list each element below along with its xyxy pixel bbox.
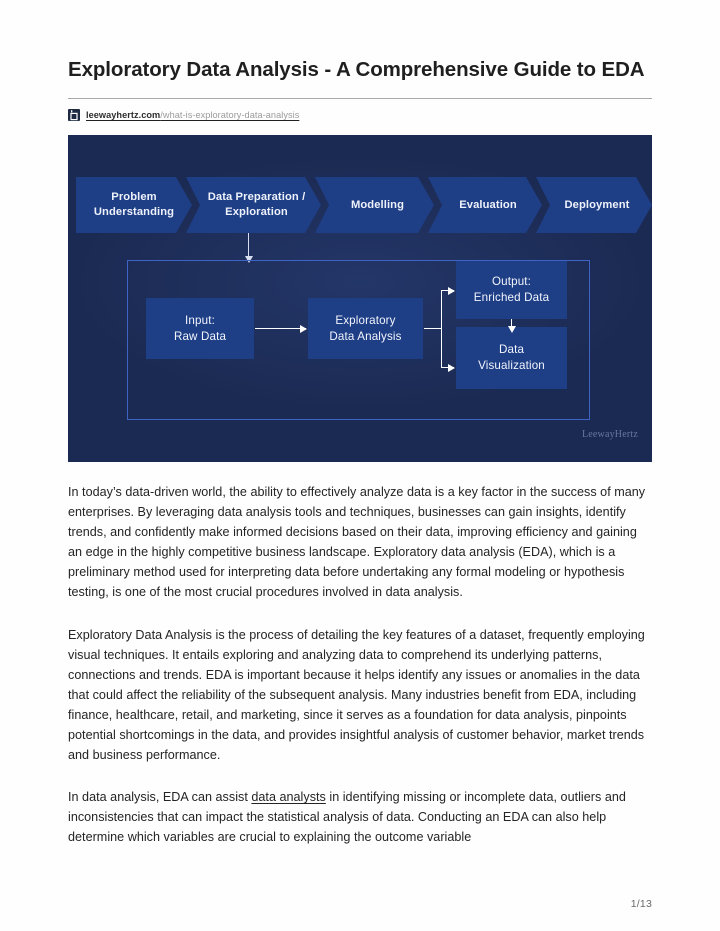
eda-process-diagram: Problem Understanding Data Preparation /… <box>68 135 652 462</box>
pipeline-step-evaluation: Evaluation <box>428 177 542 233</box>
node-line2: Raw Data <box>173 329 227 343</box>
node-data-visualization: Data Visualization <box>456 327 567 389</box>
node-line2: Data Analysis <box>329 329 402 343</box>
node-line1: Data <box>498 343 525 356</box>
paragraph-1: In today’s data-driven world, the abilit… <box>68 485 646 600</box>
paragraph-3-text-before: In data analysis, EDA can assist <box>68 790 252 805</box>
arrow-down-to-flow-icon <box>244 233 253 263</box>
source-path: /what-is-exploratory-data-analysis <box>160 110 300 120</box>
pipeline-step-problem-understanding: Problem Understanding <box>76 177 192 233</box>
page-indicator: 1/13 <box>630 898 652 910</box>
node-exploratory-data-analysis: Exploratory Data Analysis <box>308 298 423 359</box>
pipeline-step-line1: Deployment <box>564 198 630 211</box>
pipeline-step-data-preparation-exploration: Data Preparation / Exploration <box>186 177 321 233</box>
node-input-raw-data: Input: Raw Data <box>146 298 254 359</box>
source-url[interactable]: leewayhertz.com/what-is-exploratory-data… <box>86 109 299 121</box>
pipeline-step-line2: Understanding <box>93 206 175 218</box>
source-domain: leewayhertz.com <box>86 110 161 120</box>
diagram-watermark: LeewayHertz <box>581 429 638 440</box>
pipeline-step-deployment: Deployment <box>536 177 652 233</box>
paragraph-2: Exploratory Data Analysis is the process… <box>68 627 645 763</box>
source-url-line[interactable]: leewayhertz.com/what-is-exploratory-data… <box>68 108 652 122</box>
node-line1: Output: <box>491 275 532 288</box>
title-divider <box>68 98 652 99</box>
arrow-split-eda-to-outputs-icon <box>424 286 455 372</box>
paragraph-3: In data analysis, EDA can assist data an… <box>68 787 652 847</box>
node-line2: Enriched Data <box>473 291 550 304</box>
node-output-enriched-data: Output: Enriched Data <box>456 261 567 319</box>
pipeline-step-line1: Evaluation <box>459 198 517 211</box>
pipeline-chevron-band: Problem Understanding Data Preparation /… <box>76 177 652 233</box>
page-title: Exploratory Data Analysis - A Comprehens… <box>68 58 645 81</box>
pipeline-step-modelling: Modelling <box>315 177 434 233</box>
leewayhertz-logo-icon <box>68 109 80 121</box>
article-body: In today’s data-driven world, the abilit… <box>68 482 652 848</box>
pipeline-step-line1: Problem <box>111 191 157 203</box>
arrow-right-input-to-eda-icon <box>255 324 307 333</box>
node-line2: Visualization <box>478 359 545 372</box>
pipeline-step-line1: Modelling <box>350 198 405 211</box>
node-line1: Input: <box>185 313 215 327</box>
document-page: Exploratory Data Analysis - A Comprehens… <box>0 0 720 931</box>
link-data-analysts[interactable]: data analysts <box>251 790 325 804</box>
arrow-down-output-to-visualization-icon <box>507 319 516 333</box>
page-content: Exploratory Data Analysis - A Comprehens… <box>68 0 652 848</box>
pipeline-step-line1: Data Preparation <box>207 191 299 203</box>
node-line1: Exploratory <box>335 313 396 327</box>
